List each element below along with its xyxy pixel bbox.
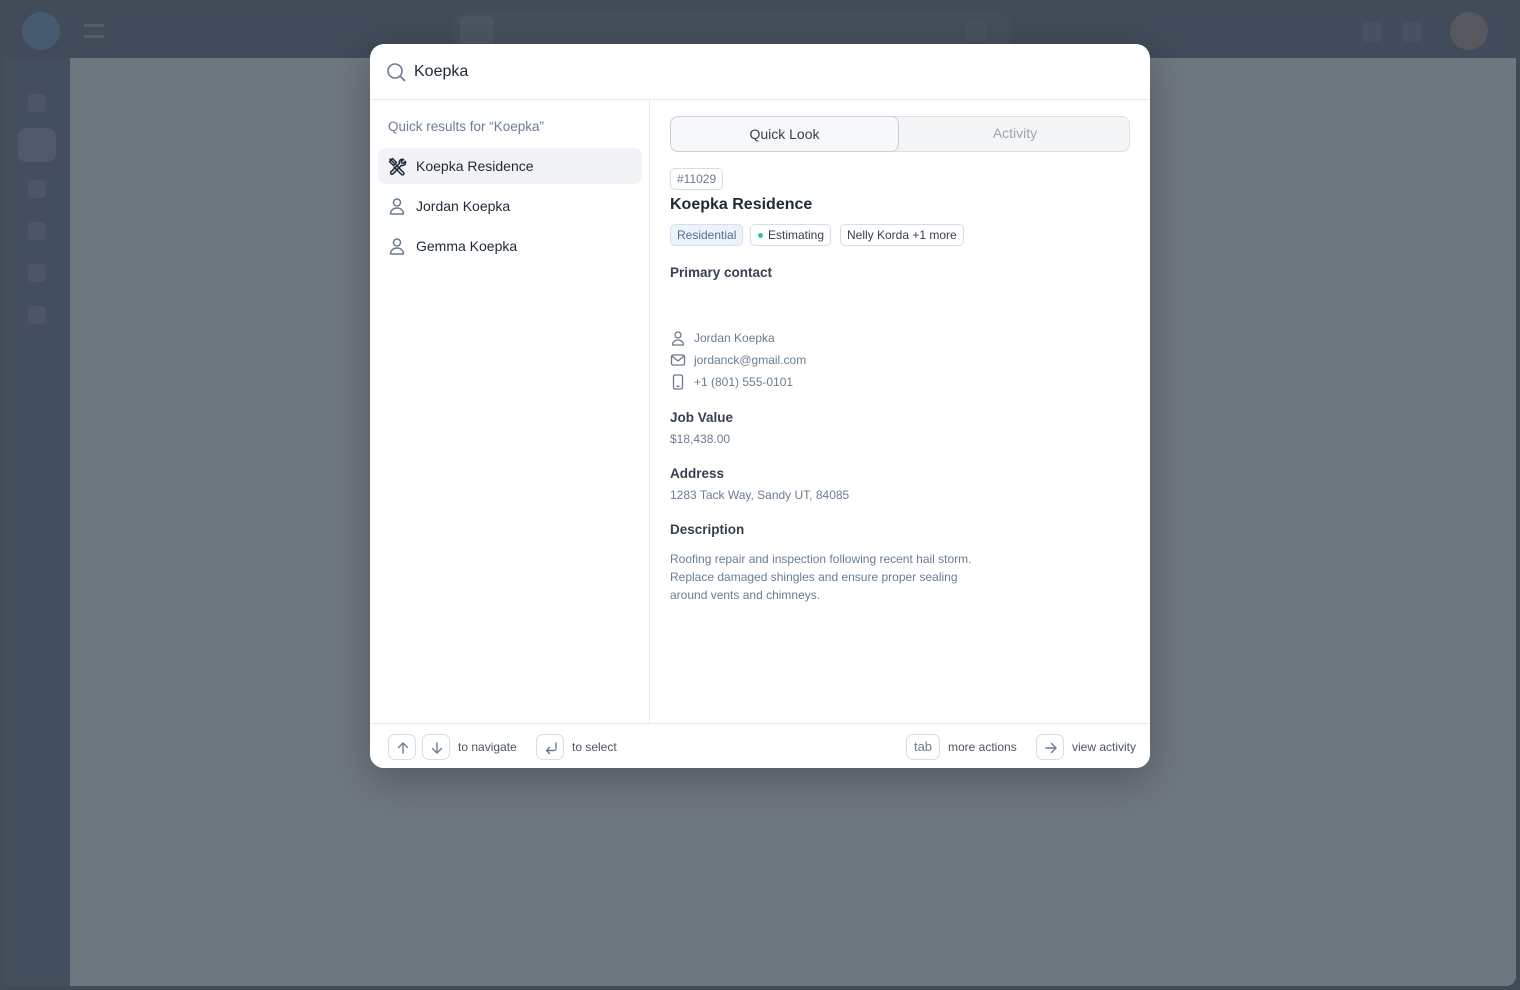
arrow-right-icon	[1045, 742, 1057, 754]
phone-icon	[672, 374, 684, 390]
arrow-right-key	[1036, 734, 1064, 760]
contact-phone[interactable]: +1 (801) 555-0101	[694, 375, 793, 389]
job-value-label: Job Value	[670, 410, 734, 425]
result-label: Koepka Residence	[416, 158, 534, 174]
tab-key: tab	[906, 734, 940, 760]
assignees-tag[interactable]: Nelly Korda +1 more	[840, 224, 964, 246]
arrow-down-key	[422, 734, 450, 760]
result-label: Gemma Koepka	[416, 238, 518, 254]
status-dot-icon	[758, 233, 763, 238]
search-icon	[387, 63, 406, 82]
enter-key	[536, 734, 564, 760]
status-badge: Estimating	[750, 224, 832, 246]
mail-icon	[670, 354, 686, 366]
contact-email[interactable]: jordanck@gmail.com	[694, 353, 806, 367]
tab-activity[interactable]: Activity	[900, 116, 1130, 152]
result-item-jordan-koepka[interactable]: Jordan Koepka	[378, 188, 642, 224]
keyboard-hints-footer: to navigate to select tab more actions v…	[370, 723, 1150, 768]
job-title: Koepka Residence	[670, 196, 813, 213]
user-icon	[671, 331, 685, 346]
description-line: Roofing repair and inspection following …	[670, 552, 972, 566]
result-item-koepka-residence[interactable]: Koepka Residence	[378, 148, 642, 184]
primary-contact-label: Primary contact	[670, 265, 773, 280]
preview-tabs: Quick Look Activity	[670, 116, 1130, 152]
results-heading: Quick results for “Koepka”	[388, 119, 545, 134]
more-actions-hint: more actions	[948, 740, 1017, 754]
description-text: Roofing repair and inspection following …	[670, 550, 990, 604]
description-line: Replace damaged shingles and ensure prop…	[670, 570, 958, 584]
result-item-gemma-koepka[interactable]: Gemma Koepka	[378, 228, 642, 264]
results-list: Quick results for “Koepka” Koepka Reside…	[370, 100, 650, 723]
select-hint: to select	[572, 740, 617, 754]
search-input[interactable]	[414, 58, 1114, 86]
view-activity-hint: view activity	[1072, 740, 1137, 754]
arrow-down-icon	[431, 742, 443, 754]
address-value: 1283 Tack Way, Sandy UT, 84085	[670, 488, 850, 502]
contact-name: Jordan Koepka	[694, 331, 775, 345]
job-id-badge: #11029	[670, 168, 724, 190]
user-icon	[389, 238, 405, 255]
result-label: Jordan Koepka	[416, 198, 511, 214]
tools-icon	[388, 157, 407, 176]
arrow-up-key	[388, 734, 416, 760]
description-line: around vents and chimneys.	[670, 588, 821, 602]
enter-icon	[545, 742, 557, 755]
user-icon	[389, 198, 405, 215]
description-label: Description	[670, 522, 745, 537]
tab-quick-look[interactable]: Quick Look	[670, 116, 899, 152]
job-value: $18,438.00	[670, 432, 731, 446]
status-label: Estimating	[768, 228, 825, 242]
job-type-tag: Residential	[670, 224, 744, 246]
search-modal: Quick results for “Koepka” Koepka Reside…	[370, 44, 1150, 768]
preview-pane: Quick Look Activity #11029 Koepka Reside…	[651, 100, 1150, 723]
search-row	[370, 44, 1150, 100]
arrow-up-icon	[397, 742, 409, 754]
navigate-hint: to navigate	[458, 740, 517, 754]
address-label: Address	[670, 466, 725, 481]
